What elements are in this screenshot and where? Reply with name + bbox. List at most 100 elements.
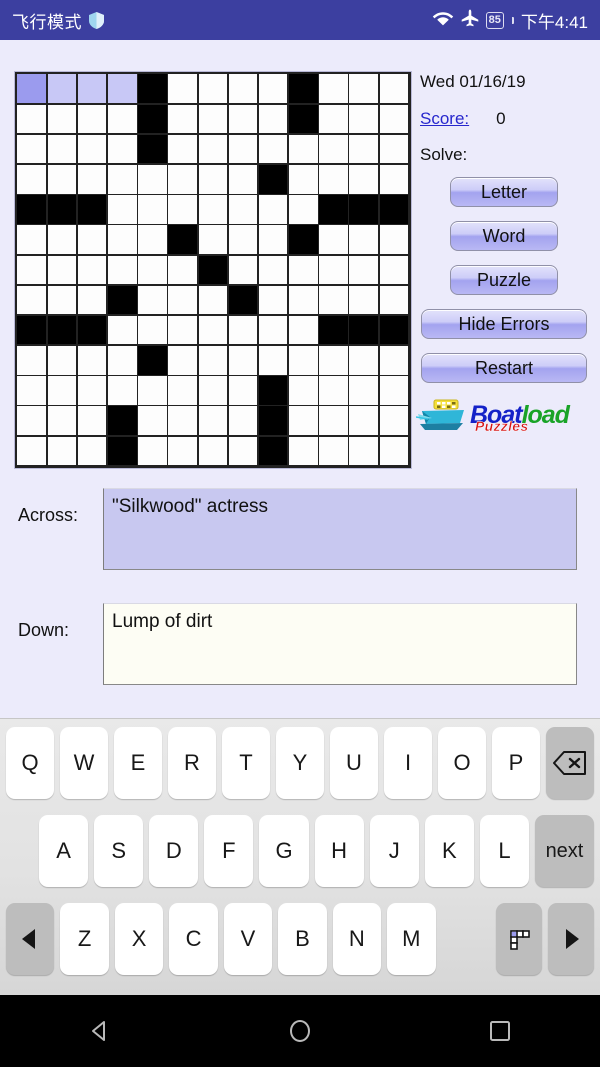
grid-cell[interactable] (349, 436, 379, 466)
grid-cell[interactable] (17, 104, 46, 134)
grid-cell[interactable] (349, 74, 379, 103)
grid-cell[interactable] (47, 104, 77, 134)
next-key[interactable]: next (535, 815, 594, 887)
grid-cell[interactable] (349, 255, 379, 285)
grid-cell[interactable] (77, 164, 107, 194)
grid-cell[interactable] (168, 376, 197, 405)
grid-cell[interactable] (168, 104, 197, 134)
grid-cell[interactable] (319, 376, 348, 405)
grid-cell[interactable] (258, 74, 288, 103)
grid-cell[interactable] (77, 376, 107, 405)
grid-cell[interactable] (138, 406, 167, 436)
grid-cell[interactable] (289, 164, 318, 194)
grid-cell[interactable] (379, 164, 409, 194)
grid-cell[interactable] (319, 436, 348, 466)
grid-cell[interactable] (289, 255, 318, 285)
grid-cell[interactable] (289, 406, 318, 436)
grid-cell[interactable] (77, 74, 107, 103)
grid-cell[interactable] (258, 195, 288, 224)
grid-cell[interactable] (379, 255, 409, 285)
grid-cell[interactable] (258, 255, 288, 285)
grid-cell[interactable] (319, 406, 348, 436)
arrow-right-icon[interactable] (547, 903, 594, 975)
grid-cell[interactable] (379, 134, 409, 164)
grid-cell[interactable] (379, 346, 409, 375)
hide-errors-button[interactable]: Hide Errors (421, 309, 587, 339)
key-y[interactable]: Y (276, 727, 324, 799)
grid-cell[interactable] (168, 315, 197, 345)
grid-cell[interactable] (198, 134, 228, 164)
grid-cell[interactable] (228, 164, 258, 194)
key-a[interactable]: A (39, 815, 89, 887)
grid-cell[interactable] (289, 436, 318, 466)
grid-cell[interactable] (319, 285, 348, 315)
grid-cell[interactable] (77, 104, 107, 134)
grid-cell[interactable] (349, 164, 379, 194)
grid-cell[interactable] (349, 285, 379, 315)
grid-cell[interactable] (47, 164, 77, 194)
grid-cell[interactable] (168, 346, 197, 375)
key-g[interactable]: G (259, 815, 309, 887)
grid-cell[interactable] (138, 195, 167, 224)
grid-cell[interactable] (319, 134, 348, 164)
restart-button[interactable]: Restart (421, 353, 587, 383)
grid-cell[interactable] (47, 74, 77, 103)
key-s[interactable]: S (94, 815, 144, 887)
grid-cell[interactable] (198, 164, 228, 194)
grid-cell[interactable] (77, 285, 107, 315)
grid-cell[interactable] (168, 195, 197, 224)
grid-cell[interactable] (47, 225, 77, 254)
grid-cell[interactable] (77, 134, 107, 164)
grid-cell[interactable] (168, 74, 197, 103)
grid-cell[interactable] (107, 225, 137, 254)
grid-cell[interactable] (47, 406, 77, 436)
grid-cell[interactable] (198, 195, 228, 224)
grid-cell[interactable] (228, 225, 258, 254)
grid-cell[interactable] (47, 134, 77, 164)
grid-cell[interactable] (198, 315, 228, 345)
grid-cell[interactable] (107, 376, 137, 405)
arrow-left-icon[interactable] (6, 903, 55, 975)
grid-cell[interactable] (17, 346, 46, 375)
grid-cell[interactable] (47, 346, 77, 375)
key-p[interactable]: P (492, 727, 540, 799)
grid-cell[interactable] (228, 315, 258, 345)
key-t[interactable]: T (222, 727, 270, 799)
key-o[interactable]: O (438, 727, 486, 799)
back-icon[interactable] (70, 1008, 130, 1054)
grid-cell[interactable] (349, 346, 379, 375)
grid-cell[interactable] (47, 376, 77, 405)
key-f[interactable]: F (204, 815, 254, 887)
key-r[interactable]: R (168, 727, 216, 799)
key-w[interactable]: W (60, 727, 108, 799)
grid-cell[interactable] (319, 255, 348, 285)
solve-word-button[interactable]: Word (450, 221, 558, 251)
grid-cell[interactable] (289, 195, 318, 224)
grid-cell[interactable] (138, 436, 167, 466)
grid-cell[interactable] (349, 376, 379, 405)
grid-cell[interactable] (107, 315, 137, 345)
grid-cell[interactable] (379, 376, 409, 405)
grid-cell[interactable] (168, 406, 197, 436)
grid-cell[interactable] (107, 255, 137, 285)
grid-cell[interactable] (198, 406, 228, 436)
grid-cell[interactable] (258, 346, 288, 375)
key-v[interactable]: V (223, 903, 273, 975)
grid-cell[interactable] (17, 164, 46, 194)
grid-cell[interactable] (319, 164, 348, 194)
grid-cell[interactable] (107, 346, 137, 375)
grid-cell[interactable] (198, 74, 228, 103)
grid-cell[interactable] (379, 406, 409, 436)
grid-cell[interactable] (138, 376, 167, 405)
solve-letter-button[interactable]: Letter (450, 177, 558, 207)
grid-cell[interactable] (258, 134, 288, 164)
grid-cell[interactable] (107, 134, 137, 164)
grid-cell[interactable] (168, 285, 197, 315)
key-e[interactable]: E (114, 727, 162, 799)
grid-cell[interactable] (107, 74, 137, 103)
key-n[interactable]: N (332, 903, 382, 975)
grid-cell[interactable] (47, 255, 77, 285)
grid-cell[interactable] (17, 406, 46, 436)
grid-cell[interactable] (228, 436, 258, 466)
grid-cell[interactable] (228, 104, 258, 134)
